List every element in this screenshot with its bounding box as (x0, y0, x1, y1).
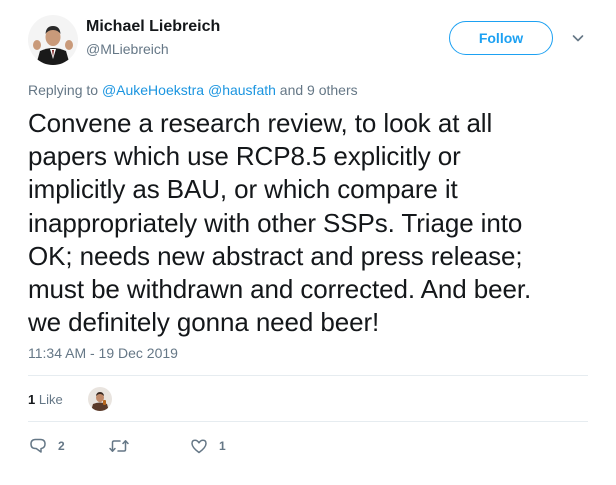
reply-icon (30, 438, 46, 453)
author-name[interactable]: Michael Liebreich (86, 18, 220, 36)
chevron-down-icon[interactable] (570, 30, 586, 46)
mention-link[interactable]: @hausfath (208, 82, 276, 98)
author-avatar[interactable] (28, 15, 78, 65)
mention-link[interactable]: @AukeHoekstra (102, 82, 204, 98)
reply-context-prefix: Replying to (28, 82, 99, 98)
tweet-text-line: OK; needs new abstract and press release… (28, 240, 523, 271)
reply-button[interactable]: 2 (28, 436, 65, 456)
tweet-text-line: inappropriately with other SSPs. Triage … (28, 207, 523, 238)
like-count: 1 (219, 439, 226, 453)
tweet-timestamp[interactable]: 11:34 AM - 19 Dec 2019 (28, 345, 178, 361)
likes-count[interactable]: 1 Like (28, 392, 63, 407)
author-handle[interactable]: @MLiebreich (86, 41, 169, 57)
reply-context-suffix[interactable]: and 9 others (280, 82, 358, 98)
retweet-button[interactable] (108, 436, 140, 456)
divider (28, 375, 588, 376)
tweet-text: Convene a research review, to look at al… (28, 107, 598, 339)
retweet-icon (109, 440, 129, 452)
tweet: Michael Liebreich @MLiebreich Follow Rep… (0, 0, 616, 485)
reply-count: 2 (58, 439, 65, 453)
likes-count-label: Like (38, 392, 63, 407)
likes-count-number: 1 (28, 392, 36, 407)
follow-button[interactable]: Follow (449, 21, 553, 55)
like-button[interactable]: 1 (189, 436, 226, 456)
tweet-text-line: implicitly as BAU, or which compare it (28, 174, 458, 205)
tweet-text-line: papers which use RCP8.5 explicitly or (28, 141, 461, 172)
tweet-text-line: Convene a research review, to look at al… (28, 108, 493, 138)
liker-avatar[interactable] (88, 387, 112, 411)
heart-icon (191, 439, 207, 454)
reply-context: Replying to @AukeHoekstra @hausfath and … (28, 82, 358, 98)
divider (28, 421, 588, 422)
tweet-text-line: must be withdrawn and corrected. And bee… (28, 274, 532, 305)
tweet-text-line: we definitely gonna need beer! (28, 307, 380, 338)
